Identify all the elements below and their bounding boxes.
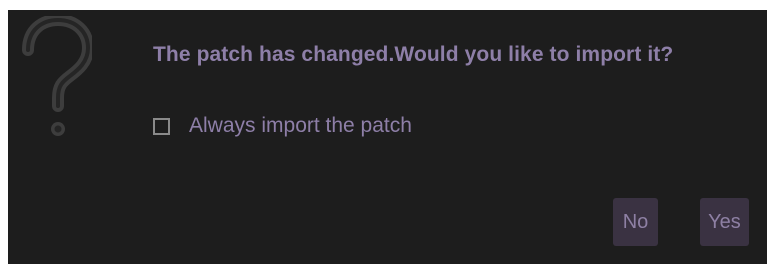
- always-import-option[interactable]: Always import the patch: [153, 114, 412, 138]
- dialog-message: The patch has changed.Would you like to …: [153, 43, 674, 66]
- always-import-checkbox[interactable]: [153, 117, 170, 135]
- yes-button[interactable]: Yes: [700, 198, 749, 246]
- import-patch-dialog: The patch has changed.Would you like to …: [8, 10, 767, 264]
- always-import-label[interactable]: Always import the patch: [189, 114, 412, 138]
- question-mark-icon: [22, 16, 92, 136]
- no-button[interactable]: No: [613, 198, 658, 246]
